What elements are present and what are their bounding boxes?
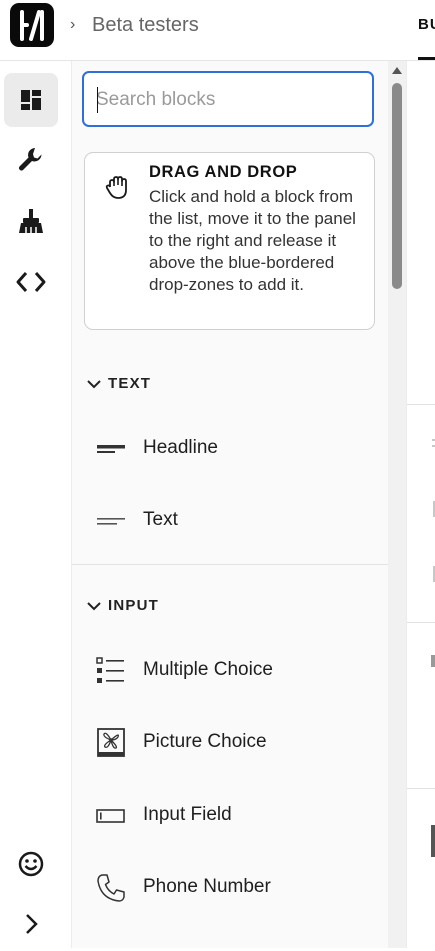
rail-button-expand[interactable]	[4, 897, 58, 951]
text-lines-icon	[97, 518, 125, 525]
rail-button-blocks[interactable]	[4, 73, 58, 127]
dashboard-icon	[21, 90, 41, 110]
wrench-icon	[19, 148, 42, 171]
canvas-divider	[407, 404, 435, 405]
search-input[interactable]	[96, 87, 356, 113]
block-item-text[interactable]: Text	[72, 492, 388, 548]
rail-button-settings[interactable]	[4, 133, 58, 187]
rail-button-feedback[interactable]	[4, 837, 58, 891]
active-tab-indicator	[418, 57, 435, 60]
chevron-down-icon	[87, 601, 101, 610]
block-item-label: Phone Number	[143, 876, 271, 897]
tab-build[interactable]: BU	[418, 16, 435, 33]
block-item-label: Input Field	[143, 804, 232, 825]
app-logo[interactable]	[10, 3, 54, 47]
chevron-right-icon	[26, 914, 38, 934]
block-item-label: Text	[143, 509, 178, 530]
headline-icon	[97, 445, 125, 453]
block-item-label: Picture Choice	[143, 731, 267, 752]
block-item-input-field[interactable]: Input Field	[72, 787, 388, 843]
canvas-fragment	[431, 655, 435, 667]
picture-choice-icon	[97, 728, 125, 757]
smiley-icon	[18, 851, 44, 877]
search-box[interactable]	[82, 71, 374, 127]
left-rail	[0, 61, 72, 948]
hand-grab-icon	[105, 176, 127, 199]
section-title: TEXT	[108, 375, 152, 392]
block-item-multiple-choice[interactable]: Multiple Choice	[72, 642, 388, 698]
block-item-label: Headline	[143, 437, 218, 458]
info-card-body: Click and hold a block from the list, mo…	[149, 187, 356, 294]
info-card-title: DRAG AND DROP	[149, 163, 298, 181]
input-field-icon	[96, 809, 125, 823]
blocks-panel: DRAG AND DROP Click and hold a block fro…	[72, 61, 388, 948]
section-header-text[interactable]: TEXT	[86, 375, 151, 392]
chevron-down-icon	[87, 379, 101, 388]
logo-icon	[20, 10, 44, 41]
canvas-fragment	[431, 825, 435, 857]
breadcrumb-chevron-icon: ›	[70, 16, 76, 33]
drag-drop-info-card: DRAG AND DROP Click and hold a block fro…	[84, 152, 375, 330]
phone-icon	[97, 874, 125, 902]
top-bar: › Beta testers BU	[0, 0, 435, 61]
scroll-up-arrow-icon[interactable]	[392, 67, 402, 74]
list-choice-icon	[96, 657, 124, 683]
code-icon	[16, 272, 46, 292]
section-divider	[72, 564, 388, 565]
block-item-phone-number[interactable]: Phone Number	[72, 859, 388, 915]
form-canvas-edge	[406, 61, 435, 948]
text-caret	[97, 87, 98, 113]
rail-button-theme[interactable]	[4, 194, 58, 248]
section-title: INPUT	[108, 597, 159, 614]
section-header-input[interactable]: INPUT	[86, 597, 159, 614]
broom-icon	[19, 209, 43, 233]
block-item-label: Multiple Choice	[143, 659, 273, 680]
panel-scrollbar[interactable]	[388, 61, 406, 948]
canvas-divider	[407, 788, 435, 789]
rail-button-code[interactable]	[4, 255, 58, 309]
block-item-headline[interactable]: Headline	[72, 420, 388, 476]
block-item-picture-choice[interactable]: Picture Choice	[72, 714, 388, 770]
breadcrumb-form-name[interactable]: Beta testers	[92, 14, 199, 37]
scrollbar-thumb[interactable]	[392, 83, 402, 289]
canvas-divider	[407, 622, 435, 623]
